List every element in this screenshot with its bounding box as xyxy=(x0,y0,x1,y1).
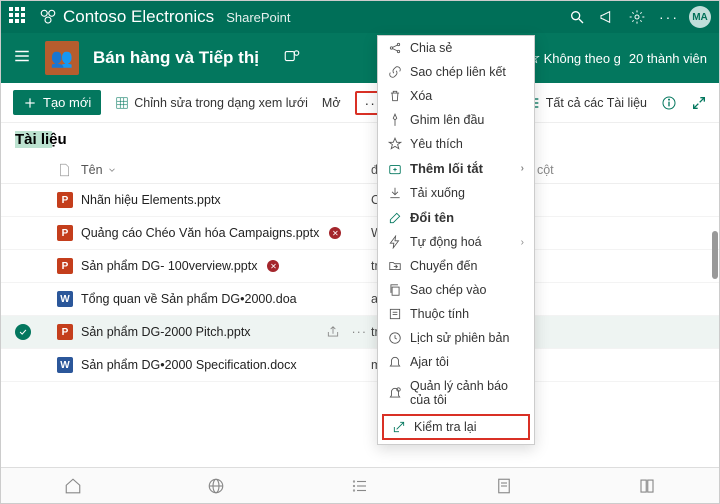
expand-icon[interactable] xyxy=(691,95,707,111)
blocked-icon xyxy=(329,227,341,239)
nav-toggle-icon[interactable] xyxy=(13,47,31,70)
menu-delete[interactable]: Xóa xyxy=(378,84,534,108)
menu-favorite[interactable]: Yêu thích xyxy=(378,132,534,156)
powerpoint-icon: P xyxy=(57,192,73,208)
file-name[interactable]: Sản phẩm DG•2000 Specification.docx xyxy=(81,358,297,372)
column-name[interactable]: Tên xyxy=(81,163,371,177)
file-type-icon xyxy=(57,163,71,177)
library-title-row: Tài liệu xyxy=(1,123,719,153)
search-icon[interactable] xyxy=(569,9,585,25)
product-label: SharePoint xyxy=(226,10,290,25)
blocked-icon xyxy=(267,260,279,272)
menu-download[interactable]: Tải xuống xyxy=(378,181,534,205)
menu-add-shortcut[interactable]: Thêm lối tắt› xyxy=(378,156,534,181)
menu-automate[interactable]: Tự động hoá› xyxy=(378,230,534,254)
file-name[interactable]: Sản phẩm DG- 100verview.pptx xyxy=(81,259,257,273)
book-icon[interactable] xyxy=(638,477,656,495)
tenant-brand: Contoso Electronics xyxy=(63,7,214,27)
menu-version-history[interactable]: Lịch sử phiên bản xyxy=(378,326,534,350)
table-row[interactable]: PSản phẩm DG-2000 Pitch.pptx···trên Bowe… xyxy=(1,316,719,349)
brand-icon xyxy=(39,8,57,26)
user-avatar[interactable]: MA xyxy=(689,6,711,28)
row-more-icon[interactable]: ··· xyxy=(352,325,368,339)
powerpoint-icon: P xyxy=(57,324,73,340)
edit-grid-button[interactable]: Chỉnh sửa trong dạng xem lưới xyxy=(115,96,308,110)
bottom-nav xyxy=(1,467,719,503)
menu-copy-link[interactable]: Sao chép liên kết xyxy=(378,60,534,84)
command-bar: Tạo mới Chỉnh sửa trong dạng xem lưới Mở… xyxy=(1,83,719,123)
word-icon: W xyxy=(57,291,73,307)
follow-label: Không theo g xyxy=(544,51,621,66)
follow-button[interactable]: Không theo g xyxy=(526,51,621,66)
chevron-right-icon: › xyxy=(521,163,524,174)
menu-pin-top[interactable]: Ghim lên đầu xyxy=(378,108,534,132)
file-name[interactable]: Nhãn hiệu Elements.pptx xyxy=(81,193,221,207)
powerpoint-icon: P xyxy=(57,225,73,241)
file-name[interactable]: Tổng quan về Sản phẩm DG•2000.doa xyxy=(81,292,297,306)
more-icon[interactable]: ··· xyxy=(659,9,679,25)
menu-move-to[interactable]: Chuyển đến xyxy=(378,254,534,278)
site-name[interactable]: Bán hàng và Tiếp thị xyxy=(93,48,259,68)
file-name[interactable]: Quảng cáo Chéo Văn hóa Campaigns.pptx xyxy=(81,226,319,240)
column-headers: Tên đã nâng Bởi + Thêm cột xyxy=(1,153,719,184)
library-title: Tài liệu xyxy=(15,131,107,148)
open-button[interactable]: Mở xyxy=(322,96,341,110)
settings-icon[interactable] xyxy=(629,9,645,25)
chevron-right-icon: › xyxy=(521,237,524,248)
word-icon: W xyxy=(57,357,73,373)
table-row[interactable]: WTổng quan về Sản phẩm DG•2000.doaan Bow… xyxy=(1,283,719,316)
list-icon[interactable] xyxy=(351,477,369,495)
scrollbar-thumb[interactable] xyxy=(712,231,718,279)
site-logo: 👥 xyxy=(45,41,79,75)
new-button-label: Tạo mới xyxy=(43,95,91,110)
suite-bar: Contoso Electronics SharePoint ··· MA xyxy=(1,1,719,33)
menu-check-in[interactable]: Kiểm tra lại xyxy=(382,414,530,440)
menu-alert-me[interactable]: Ajar tôi xyxy=(378,350,534,374)
menu-share[interactable]: Chia sẻ xyxy=(378,36,534,60)
teams-icon[interactable] xyxy=(283,47,301,70)
info-icon[interactable] xyxy=(661,95,677,111)
new-button[interactable]: Tạo mới xyxy=(13,90,101,115)
table-row[interactable]: PNhãn hiệu Elements.pptxO Administrator xyxy=(1,184,719,217)
site-header: 👥 Bán hàng và Tiếp thị Không theo g 20 t… xyxy=(1,33,719,83)
table-row[interactable]: PQuảng cáo Chéo Văn hóa Campaigns.pptxWi… xyxy=(1,217,719,250)
chevron-down-icon xyxy=(107,165,117,175)
file-name[interactable]: Sản phẩm DG-2000 Pitch.pptx xyxy=(81,325,251,339)
table-row[interactable]: WSản phẩm DG•2000 Specification.docxmột … xyxy=(1,349,719,382)
share-icon[interactable] xyxy=(326,325,340,339)
megaphone-icon[interactable] xyxy=(599,9,615,25)
open-label: Mở xyxy=(322,96,341,110)
home-icon[interactable] xyxy=(64,477,82,495)
page-icon[interactable] xyxy=(495,477,513,495)
globe-icon[interactable] xyxy=(207,477,225,495)
menu-rename[interactable]: Đổi tên xyxy=(378,205,534,230)
selected-check-icon xyxy=(15,324,31,340)
members-count[interactable]: 20 thành viên xyxy=(629,51,707,66)
view-selector[interactable]: Tất cả các Tài liệu xyxy=(525,95,647,111)
context-menu: Chia sẻ Sao chép liên kết Xóa Ghim lên đ… xyxy=(377,35,535,445)
file-list: PNhãn hiệu Elements.pptxO AdministratorP… xyxy=(1,184,719,382)
menu-properties[interactable]: Thuộc tính xyxy=(378,302,534,326)
table-row[interactable]: PSản phẩm DG- 100verview.pptxtrên Bowen xyxy=(1,250,719,283)
app-launcher-icon[interactable] xyxy=(9,7,29,27)
menu-copy-to[interactable]: Sao chép vào xyxy=(378,278,534,302)
edit-grid-label: Chỉnh sửa trong dạng xem lưới xyxy=(134,96,308,110)
view-selector-label: Tất cả các Tài liệu xyxy=(546,96,647,110)
powerpoint-icon: P xyxy=(57,258,73,274)
menu-manage-alerts[interactable]: Quản lý cảnh báo của tôi xyxy=(378,374,534,412)
